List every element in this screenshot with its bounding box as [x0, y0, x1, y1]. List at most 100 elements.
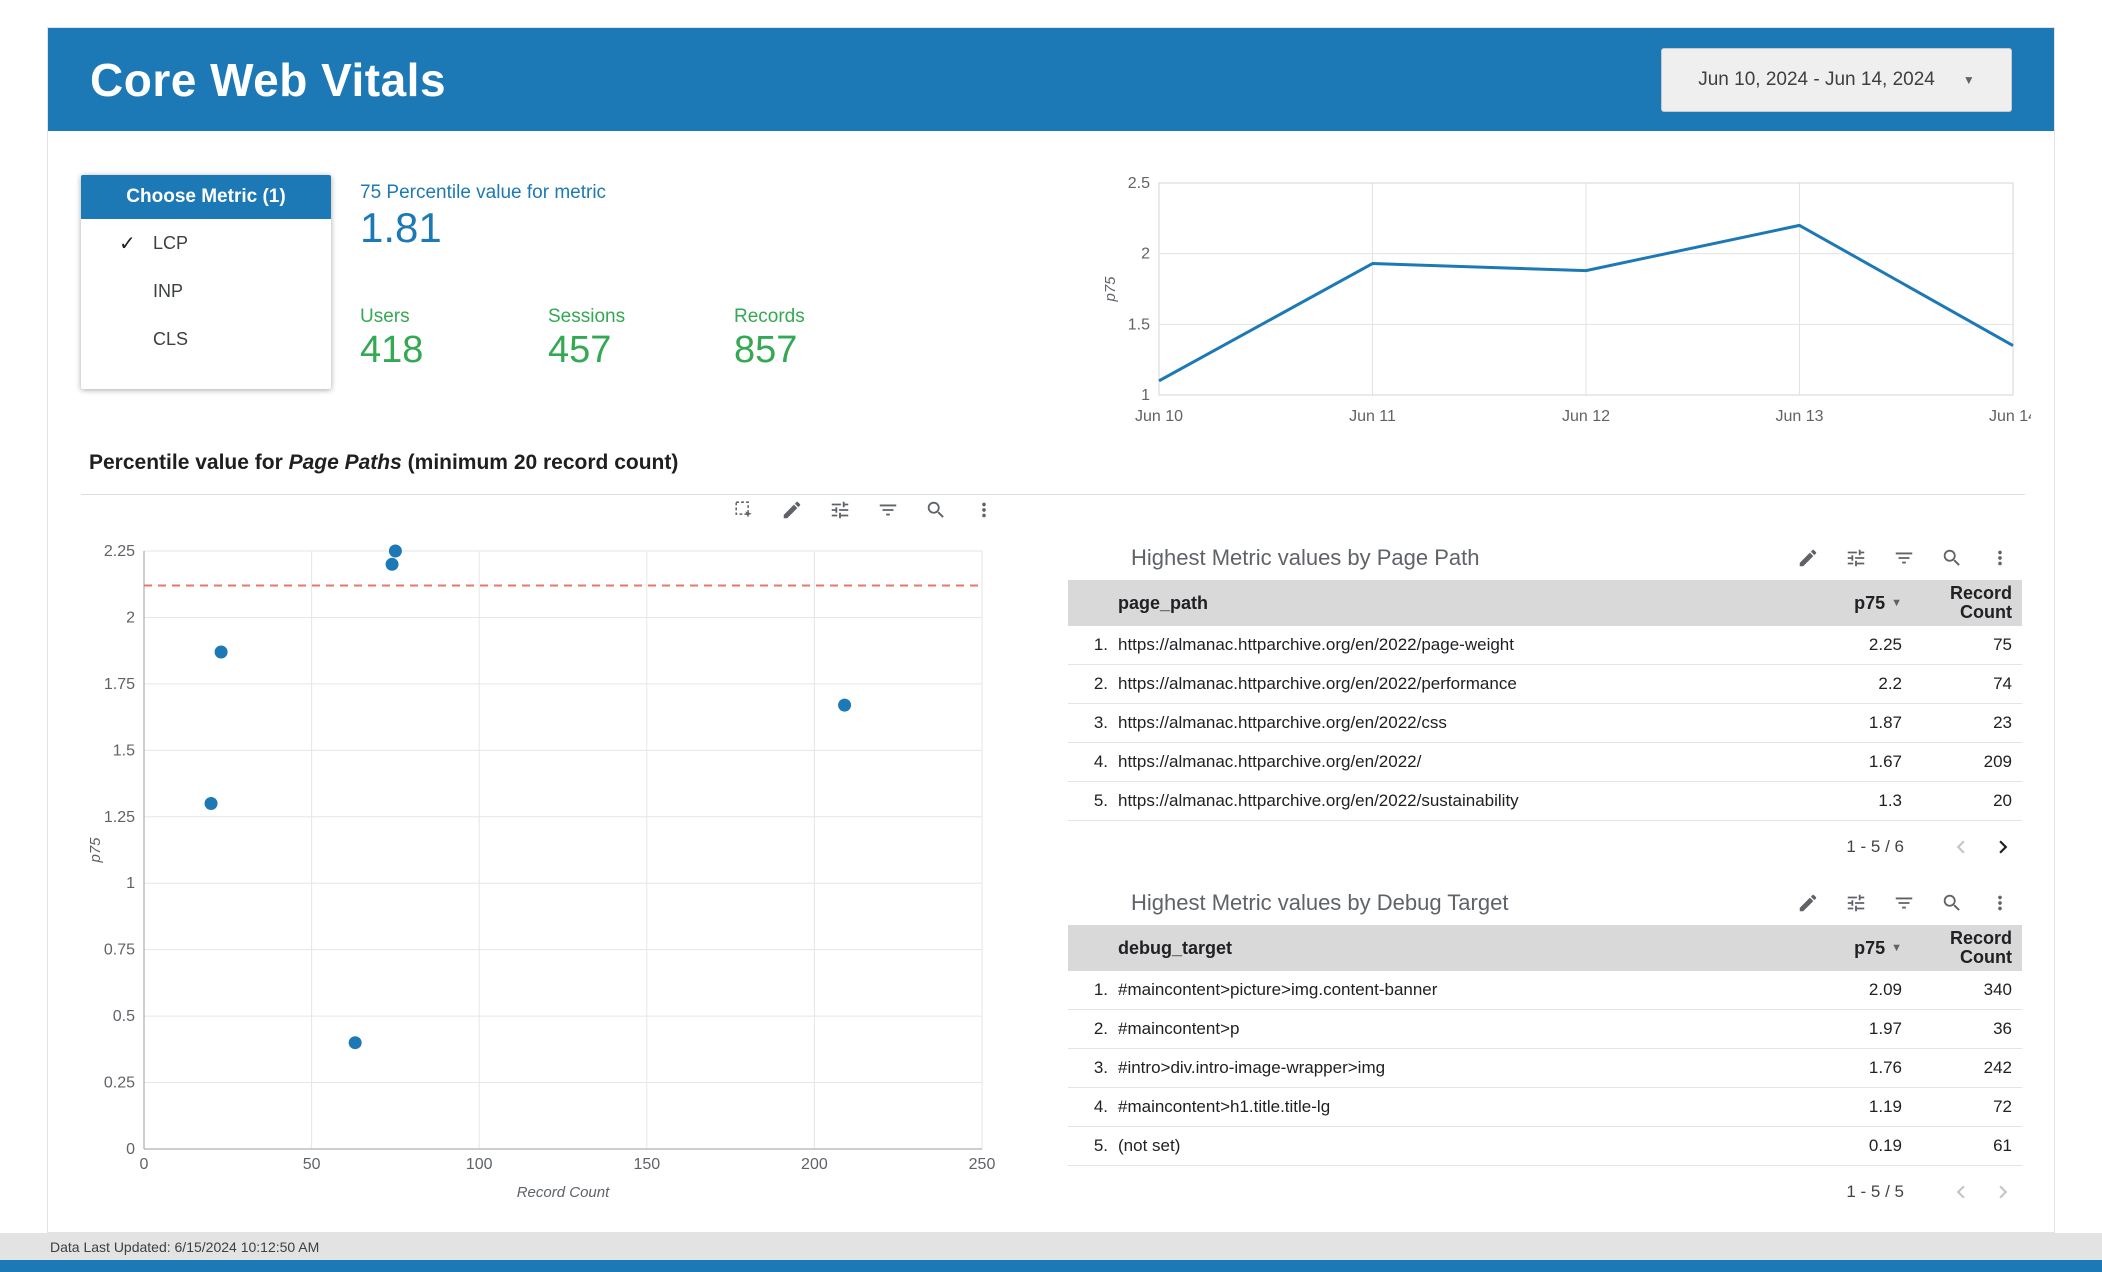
row-p75: 2.09: [1868, 980, 1902, 999]
scatter-point[interactable]: [385, 557, 399, 571]
caret-down-icon: ▼: [1962, 72, 1975, 87]
scatter-point[interactable]: [204, 796, 218, 810]
table-row[interactable]: 1. https://almanac.httparchive.org/en/20…: [1068, 626, 2022, 665]
row-p75: 1.67: [1868, 752, 1902, 771]
svg-text:0.5: 0.5: [113, 1008, 135, 1025]
row-record-count: 74: [1993, 673, 2012, 693]
table-header-row: debug_target p75 ▼ Record Count: [1068, 925, 2022, 971]
scatter-point[interactable]: [214, 645, 228, 659]
table-row[interactable]: 3. https://almanac.httparchive.org/en/20…: [1068, 704, 2022, 743]
pagination-label: 1 - 5 / 6: [1846, 837, 1904, 856]
row-debug-target: #maincontent>picture>img.content-banner: [1118, 980, 1438, 999]
row-index: 3.: [1093, 1058, 1108, 1077]
date-range-value: Jun 10, 2024 - Jun 14, 2024: [1698, 68, 1935, 90]
table-row[interactable]: 4. #maincontent>h1.title.title-lg 1.19 7…: [1068, 1088, 2022, 1127]
svg-text:1.25: 1.25: [104, 809, 135, 826]
svg-text:200: 200: [801, 1156, 828, 1173]
row-p75: 1.3: [1878, 791, 1902, 810]
scatter-point[interactable]: [388, 544, 402, 558]
column-header-p75[interactable]: p75 ▼: [1782, 593, 1902, 614]
filter-icon[interactable]: [1892, 891, 1916, 915]
column-header-p75[interactable]: p75 ▼: [1782, 938, 1902, 959]
pagination-prev-button[interactable]: [1946, 1177, 1976, 1207]
page-path-scatter-chart[interactable]: 0 0.25 0.5 0.75 1 1.25 1.5 1.75 2 2.25 0 50 100 150 20…: [86, 541, 996, 1213]
last-updated-text: Data Last Updated: 6/15/2024 10:12:50 AM: [50, 1238, 320, 1255]
table-row[interactable]: 1. #maincontent>picture>img.content-bann…: [1068, 971, 2022, 1010]
table-row[interactable]: 4. https://almanac.httparchive.org/en/20…: [1068, 743, 2022, 782]
marquee-select-icon[interactable]: [732, 498, 756, 522]
column-header-record-count[interactable]: Record Count: [1902, 583, 2012, 623]
metric-option-cls[interactable]: CLS: [81, 315, 331, 363]
row-index: 4.: [1093, 1097, 1108, 1116]
tune-icon[interactable]: [828, 498, 852, 522]
row-record-count: 36: [1993, 1018, 2012, 1038]
section-title-italic: Page Paths: [288, 451, 402, 474]
row-p75: 1.87: [1868, 713, 1902, 732]
svg-text:2.5: 2.5: [1128, 175, 1150, 192]
edit-icon[interactable]: [1796, 546, 1820, 570]
metric-selector-header[interactable]: Choose Metric (1): [81, 175, 331, 219]
scorecard-users-label: Users: [360, 306, 410, 327]
svg-text:Jun 14: Jun 14: [1989, 408, 2031, 425]
date-range-picker[interactable]: Jun 10, 2024 - Jun 14, 2024 ▼: [1661, 47, 2012, 112]
column-header-p75-label: p75: [1854, 937, 1886, 958]
row-page-path: https://almanac.httparchive.org/en/2022/: [1118, 752, 1422, 771]
edit-icon[interactable]: [780, 498, 804, 522]
p75-timeseries-chart[interactable]: 1 1.5 2 2.5 Jun 10 Jun 11 Jun 12 Jun 13 Jun 14 p7…: [1101, 171, 2037, 431]
filter-icon[interactable]: [1892, 546, 1916, 570]
tune-icon[interactable]: [1844, 891, 1868, 915]
chevron-right-icon: [1999, 840, 2008, 854]
more-options-icon[interactable]: [1988, 546, 2012, 570]
svg-text:2.25: 2.25: [104, 543, 135, 560]
row-debug-target: (not set): [1118, 1136, 1181, 1155]
edit-icon[interactable]: [1796, 891, 1820, 915]
column-header-page-path[interactable]: page_path: [1108, 593, 1782, 614]
svg-text:p75: p75: [1102, 276, 1119, 303]
column-header-debug-target[interactable]: debug_target: [1108, 938, 1782, 959]
table-row[interactable]: 5. https://almanac.httparchive.org/en/20…: [1068, 782, 2022, 821]
metric-option-inp[interactable]: INP: [81, 267, 331, 315]
more-options-icon[interactable]: [1988, 891, 2012, 915]
more-options-icon[interactable]: [972, 498, 996, 522]
svg-text:50: 50: [303, 1156, 321, 1173]
pagination-next-button[interactable]: [1988, 832, 2018, 862]
row-p75: 2.2: [1878, 674, 1902, 693]
section-title-prefix: Percentile value for: [89, 451, 289, 474]
tune-icon[interactable]: [1844, 546, 1868, 570]
svg-text:1.5: 1.5: [1128, 316, 1150, 333]
pagination-prev-button[interactable]: [1946, 832, 1976, 862]
column-header-record-count[interactable]: Record Count: [1902, 928, 2012, 968]
pagination-next-button[interactable]: [1988, 1177, 2018, 1207]
chevron-right-icon: [1999, 1185, 2008, 1199]
svg-text:Jun 10: Jun 10: [1135, 408, 1183, 425]
filter-icon[interactable]: [876, 498, 900, 522]
table-toolbar: [1796, 546, 2012, 570]
pagination: 1 - 5 / 6: [1068, 827, 2022, 867]
row-p75: 1.19: [1868, 1097, 1902, 1116]
section-title: Percentile value for Page Paths (minimum…: [89, 451, 678, 475]
svg-text:1: 1: [126, 875, 135, 892]
metric-option-lcp[interactable]: ✓ LCP: [81, 219, 331, 267]
table-page-path: Highest Metric values by Page Path page_…: [1068, 536, 2022, 867]
row-debug-target: #intro>div.intro-image-wrapper>img: [1118, 1058, 1386, 1077]
report-card: Core Web Vitals Jun 10, 2024 - Jun 14, 2…: [47, 27, 2055, 1233]
zoom-icon[interactable]: [924, 498, 948, 522]
table-row[interactable]: 2. #maincontent>p 1.97 36: [1068, 1010, 2022, 1049]
scatter-point[interactable]: [838, 698, 852, 712]
metric-option-label: CLS: [153, 328, 189, 349]
zoom-icon[interactable]: [1940, 891, 1964, 915]
svg-text:100: 100: [466, 1156, 493, 1173]
table-row[interactable]: 3. #intro>div.intro-image-wrapper>img 1.…: [1068, 1049, 2022, 1088]
row-index: 2.: [1093, 1019, 1108, 1038]
metric-option-label: LCP: [153, 232, 189, 253]
row-index: 5.: [1093, 1136, 1108, 1155]
section-divider: [81, 494, 2025, 495]
table-row[interactable]: 5. (not set) 0.19 61: [1068, 1127, 2022, 1166]
check-icon: ✓: [119, 232, 136, 255]
svg-text:0: 0: [140, 1156, 149, 1173]
svg-text:150: 150: [633, 1156, 660, 1173]
scatter-point[interactable]: [348, 1036, 362, 1050]
zoom-icon[interactable]: [1940, 546, 1964, 570]
table-toolbar: [1796, 891, 2012, 915]
table-row[interactable]: 2. https://almanac.httparchive.org/en/20…: [1068, 665, 2022, 704]
